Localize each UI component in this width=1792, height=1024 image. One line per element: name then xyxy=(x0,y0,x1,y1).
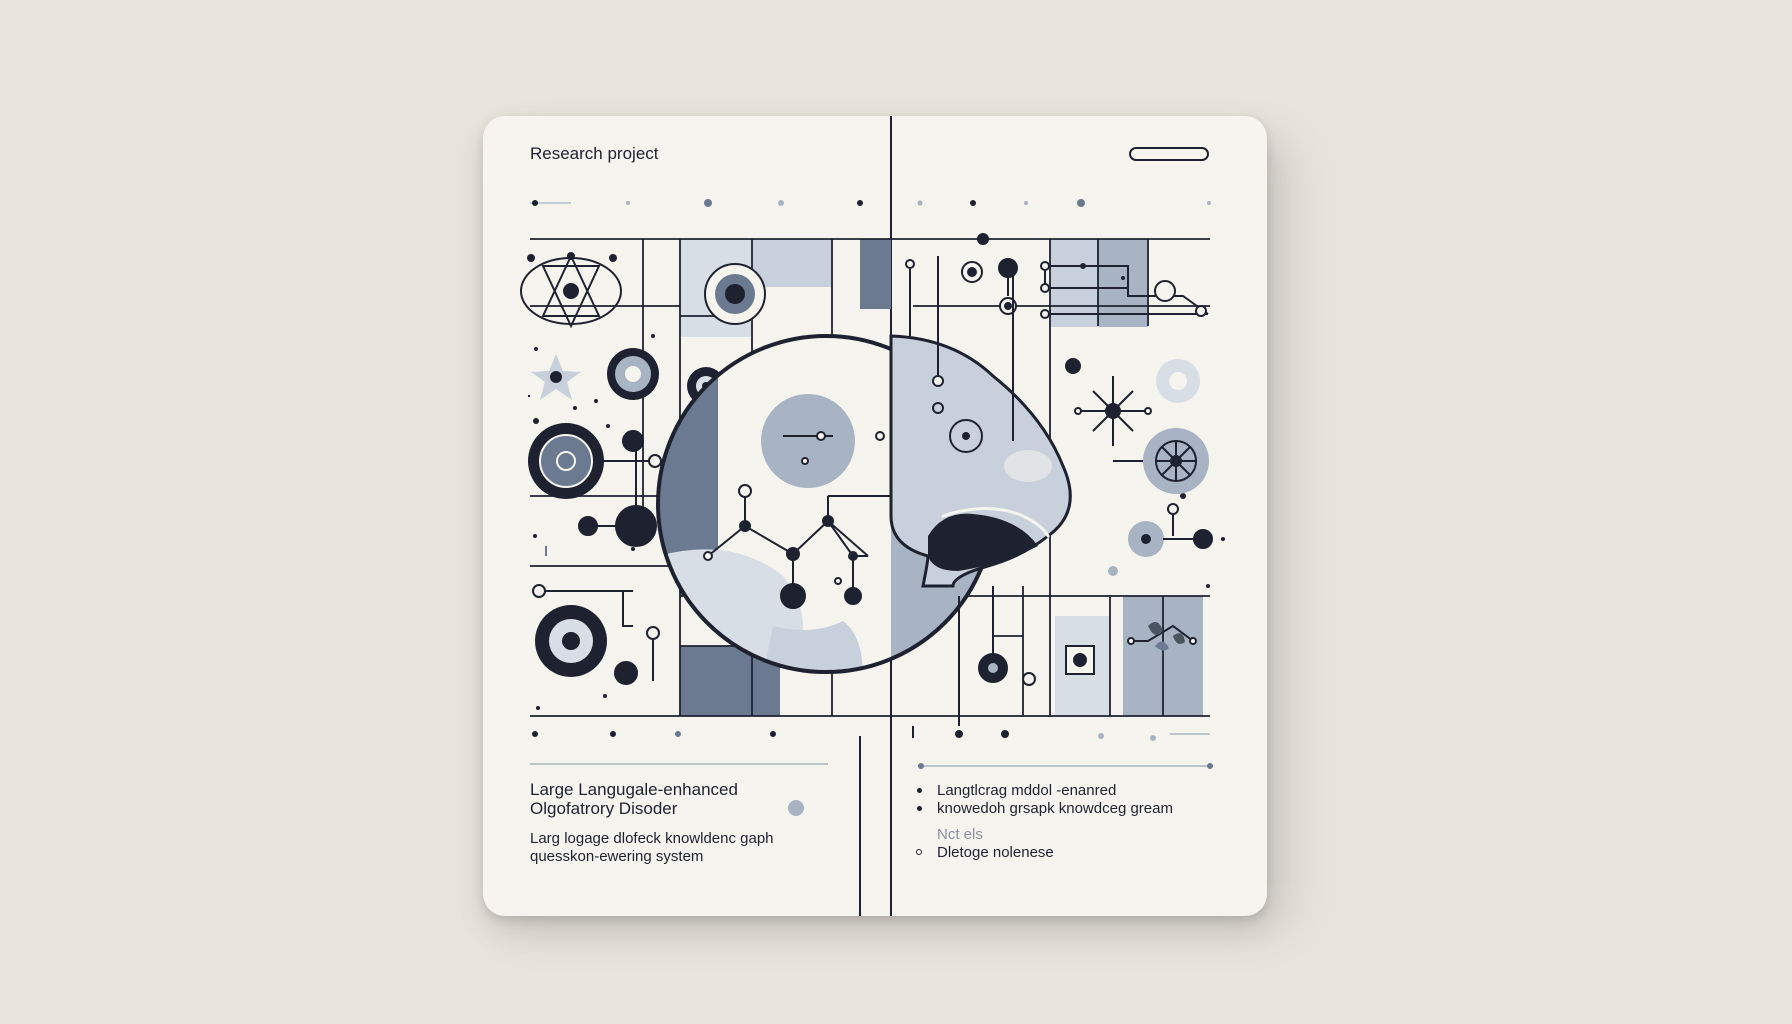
feature-item: Nct els xyxy=(915,826,1215,844)
toggle-pill[interactable] xyxy=(1129,147,1209,161)
bullet-ring-icon xyxy=(916,849,922,855)
heading-line-1: Large Langugale-enhanced xyxy=(530,780,738,799)
feature-item: Dletoge nolenese xyxy=(915,844,1215,862)
node-pair xyxy=(1108,503,1213,576)
project-heading: Large Langugale-enhanced Olgofatrory Dis… xyxy=(530,780,830,818)
bullet-icon xyxy=(917,806,922,811)
card-title: Research project xyxy=(530,144,659,163)
top-rule xyxy=(530,199,1211,207)
wheel-icon xyxy=(1113,428,1209,494)
feature-line-2: knowedoh grsapk knowdceg gream xyxy=(937,800,1173,817)
feature-list: Langtlcrag mddol -enanred knowedoh grsap… xyxy=(915,782,1215,862)
compass-icon xyxy=(1065,358,1152,446)
feature-line-1: Langtlcrag mddol -enanred xyxy=(937,782,1117,799)
atom-icon xyxy=(520,252,622,329)
research-card: Research project Large Langugale-enhance… xyxy=(483,116,1267,916)
feature-item: knowedoh grsapk knowdceg gream xyxy=(915,800,1215,818)
feature-item: Langtlcrag mddol -enanred xyxy=(915,782,1215,800)
heading-line-2: Olgofatrory Disoder xyxy=(530,799,678,818)
flower-icon xyxy=(531,354,581,400)
project-description: Large Langugale-enhanced Olgofatrory Dis… xyxy=(530,780,830,866)
project-subtitle: Larg logage dlofeck knowldenc gaph quess… xyxy=(530,830,830,866)
feature-line-4: Dletoge nolenese xyxy=(937,844,1054,861)
bullet-icon xyxy=(917,788,922,793)
subtitle-line-1: Larg logage dlofeck knowldenc gaph xyxy=(530,830,774,847)
subtitle-line-2: quesskon-ewering system xyxy=(530,848,704,865)
feature-line-3: Nct els xyxy=(937,826,983,843)
